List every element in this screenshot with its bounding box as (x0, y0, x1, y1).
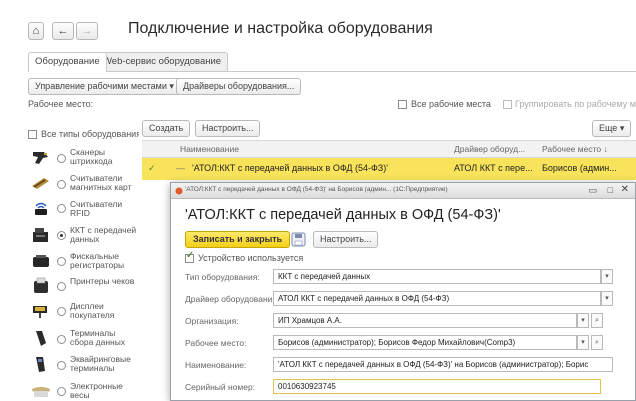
row-workplace: Борисов (админ... (542, 163, 617, 173)
close-icon[interactable]: ✕ (621, 184, 629, 195)
maximize-icon[interactable]: □ (608, 185, 613, 195)
row-driver: АТОЛ ККТ с пере... (454, 163, 533, 173)
tab-equipment[interactable]: Оборудование (28, 52, 107, 72)
forward-button[interactable]: → (76, 22, 98, 40)
radio-scales[interactable] (57, 387, 66, 396)
field-label-serial: Серийный номер: (185, 382, 256, 392)
dialog-titlebar: 'АТОЛ:ККТ с передачей данных в ОФД (54-Ф… (171, 183, 635, 199)
all-workplaces-label: Все рабочие места (411, 99, 491, 109)
device-label-scanners: Сканеры штрихкода (70, 147, 113, 166)
radio-rfid[interactable] (57, 204, 66, 213)
serial-number-field[interactable]: 0010630923745 (273, 379, 601, 394)
radio-displays[interactable] (57, 307, 66, 316)
radio-pos-terminals[interactable] (57, 361, 66, 370)
workplace-dropdown-icon[interactable]: ▾ (577, 335, 589, 350)
device-label-receipt-printers: Принтеры чеков (70, 276, 135, 286)
device-label-pos-terminals: Эквайринговые терминалы (70, 354, 131, 373)
device-used-label: Устройство используется (198, 253, 304, 263)
device-label-fiscal: Фискальные регистраторы (70, 251, 125, 270)
organization-open-icon[interactable]: ⌕ (591, 313, 603, 328)
barcode-scanner-icon (33, 152, 48, 164)
back-button[interactable]: ← (52, 22, 74, 40)
checkmark-icon: ✓ (186, 250, 195, 261)
device-label-card-readers: Считыватели магнитных карт (70, 173, 132, 192)
field-label-driver: Драйвер оборудования: (185, 294, 280, 304)
data-terminal-icon (36, 331, 46, 346)
workplace-open-icon[interactable]: ⌕ (591, 335, 603, 350)
row-dash: — (176, 163, 185, 173)
workplaces-button[interactable]: Управление рабочими местами ▾ (28, 78, 181, 95)
page-title: Подключение и настройка оборудования (128, 20, 433, 37)
used-check-icon: ✓ (148, 163, 156, 173)
scale-icon (32, 387, 50, 397)
table-header: Наименование Драйвер оборуд... Рабочее м… (142, 140, 636, 158)
col-name[interactable]: Наименование (180, 144, 239, 154)
radio-kkt[interactable] (57, 231, 66, 240)
radio-card-readers[interactable] (57, 180, 66, 189)
device-label-data-terminals: Терминалы сбора данных (70, 328, 126, 347)
col-driver[interactable]: Драйвер оборуд... (454, 144, 525, 154)
radio-data-terminals[interactable] (57, 335, 66, 344)
field-label-workplace: Рабочее место: (185, 338, 247, 348)
table-row[interactable]: ✓ — 'АТОЛ:ККТ с передачей данных в ОФД (… (142, 158, 636, 180)
organization-field[interactable]: ИП Храмцов А.А. (273, 313, 577, 328)
dialog-title: 'АТОЛ:ККТ с передачей данных в ОФД (54-Ф… (185, 186, 448, 193)
group-checkbox[interactable] (503, 100, 512, 109)
workplace-field[interactable]: Борисов (администратор); Борисов Федор М… (273, 335, 577, 350)
card-reader-icon (32, 178, 49, 189)
type-dropdown-icon[interactable]: ▾ (601, 269, 613, 284)
workplace-label: Рабочее место: (28, 99, 94, 109)
pos-terminal-icon (36, 357, 45, 372)
radio-scanners[interactable] (57, 154, 66, 163)
device-label-kkt: ККТ с передачей данных (70, 225, 137, 244)
field-label-name: Наименование: (185, 360, 247, 370)
customer-display-icon (33, 306, 47, 318)
device-label-displays: Дисплеи покупателя (70, 301, 115, 320)
type-field[interactable]: ККТ с передачей данных (273, 269, 601, 284)
all-types-label: Все типы оборудования (41, 129, 139, 139)
organization-dropdown-icon[interactable]: ▾ (577, 313, 589, 328)
radio-fiscal[interactable] (57, 257, 66, 266)
rfid-reader-icon (35, 202, 47, 215)
save-icon[interactable] (291, 232, 306, 247)
more-button[interactable]: Еще ▾ (592, 120, 632, 137)
device-label-scales: Электронные весы (70, 381, 123, 400)
all-workplaces-checkbox[interactable] (398, 100, 407, 109)
device-label-rfid: Считыватели RFID (70, 199, 123, 218)
drivers-button[interactable]: Драйверы оборудования... (176, 78, 302, 95)
driver-dropdown-icon[interactable]: ▾ (601, 291, 613, 306)
device-dialog: 'АТОЛ:ККТ с передачей данных в ОФД (54-Ф… (170, 182, 636, 401)
configure-button[interactable]: Настроить... (195, 120, 261, 137)
tab-divider (28, 71, 636, 72)
receipt-printer-icon (34, 277, 48, 293)
home-icon[interactable]: ⌂ (28, 22, 44, 40)
all-types-checkbox[interactable] (28, 130, 37, 139)
col-workplace[interactable]: Рабочее место ↓ (542, 144, 608, 154)
dialog-heading: 'АТОЛ:ККТ с передачей данных в ОФД (54-Ф… (185, 207, 501, 223)
create-button[interactable]: Создать (142, 120, 191, 137)
tab-web-service[interactable]: Web-сервис оборудование (96, 52, 229, 72)
save-close-button[interactable]: Записать и закрыть (185, 231, 291, 248)
row-name: 'АТОЛ:ККТ с передачей данных в ОФД (54-Ф… (192, 163, 388, 173)
app-window: ⌂ ← → Подключение и настройка оборудован… (0, 0, 636, 401)
radio-receipt-printers[interactable] (57, 282, 66, 291)
group-label: Группировать по рабочему месту (515, 99, 636, 109)
cash-register-icon (33, 228, 48, 242)
name-field[interactable]: 'АТОЛ ККТ с передачей данных в ОФД (54-Ф… (273, 357, 613, 372)
field-label-organization: Организация: (185, 316, 239, 326)
app-icon (175, 187, 183, 195)
fiscal-printer-icon (33, 255, 49, 267)
minimize-icon[interactable]: ▭ (588, 185, 597, 196)
field-label-type: Тип оборудования: (185, 272, 260, 282)
driver-field[interactable]: АТОЛ ККТ с передачей данных в ОФД (54-ФЗ… (273, 291, 601, 306)
dialog-configure-button[interactable]: Настроить... (313, 231, 379, 248)
